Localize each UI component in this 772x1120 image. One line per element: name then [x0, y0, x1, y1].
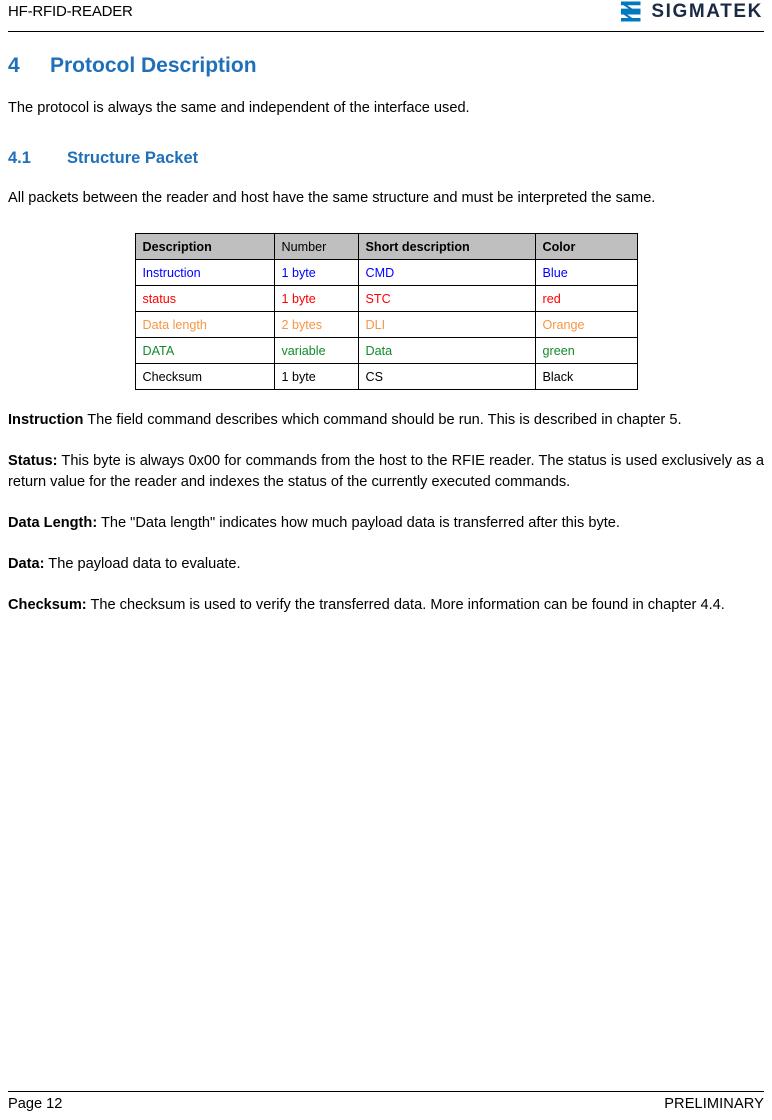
subsection-intro-paragraph: All packets between the reader and host … — [8, 190, 656, 206]
table-row: Data length 2 bytes DLI Orange — [134, 311, 638, 338]
cell-short-description: Data — [357, 337, 536, 364]
cell-short-description: CMD — [357, 259, 536, 286]
table-row: status 1 byte STC red — [134, 285, 638, 312]
cell-color: green — [534, 337, 638, 364]
subsection-title: 4.1 Structure Packet — [8, 149, 764, 168]
header-divider — [8, 31, 764, 32]
definition-term: Instruction — [8, 412, 84, 428]
definition-text: The checksum is used to verify the trans… — [86, 597, 725, 613]
page-number: Page 12 — [8, 1096, 63, 1112]
cell-description: Checksum — [134, 363, 275, 390]
table-body: Instruction 1 byte CMD Blue status 1 byt… — [134, 259, 638, 390]
cell-short-description: CS — [357, 363, 536, 390]
cell-color: Orange — [534, 311, 638, 338]
table-row: Checksum 1 byte CS Black — [134, 363, 638, 390]
definition-instruction: Instruction The field command describes … — [8, 410, 764, 431]
definition-text: The payload data to evaluate. — [44, 556, 241, 572]
definition-text: This byte is always 0x00 for commands fr… — [8, 453, 764, 490]
definition-term: Status: — [8, 453, 58, 469]
column-header-description: Description — [134, 233, 275, 260]
sigmatek-sigma-logo-icon — [619, 1, 643, 22]
cell-description: Instruction — [134, 259, 275, 286]
table-header-row: Description Number Short description Col… — [134, 233, 638, 260]
cell-number: 1 byte — [273, 363, 359, 390]
cell-description: Data length — [134, 311, 275, 338]
definition-checksum: Checksum: The checksum is used to verify… — [8, 595, 764, 616]
definition-term: Checksum: — [8, 597, 87, 613]
subsection-title-text: Structure Packet — [67, 149, 199, 167]
packet-structure-table-container: Description Number Short description Col… — [8, 233, 764, 390]
cell-number: 1 byte — [273, 259, 359, 286]
definition-term: Data: — [8, 556, 45, 572]
cell-short-description: STC — [357, 285, 536, 312]
cell-description: status — [134, 285, 275, 312]
cell-number: variable — [273, 337, 359, 364]
definition-text: The "Data length" indicates how much pay… — [97, 515, 620, 531]
definition-data-length: Data Length: The "Data length" indicates… — [8, 513, 764, 534]
section-number: 4 — [8, 54, 20, 77]
cell-color: red — [534, 285, 638, 312]
brand-logo: SIGMATEK — [619, 0, 764, 22]
cell-color: Black — [534, 363, 638, 390]
definition-data: Data: The payload data to evaluate. — [8, 554, 764, 575]
cell-description: DATA — [134, 337, 275, 364]
table-row: DATA variable Data green — [134, 337, 638, 364]
document-page: HF-RFID-READER SIGMATEK 4 Protocol Descr… — [0, 0, 772, 1120]
cell-number: 1 byte — [273, 285, 359, 312]
cell-number: 2 bytes — [273, 311, 359, 338]
column-header-short-description: Short description — [357, 233, 536, 260]
document-status-label: PRELIMINARY — [664, 1096, 764, 1112]
definition-text: The field command describes which comman… — [83, 412, 682, 428]
page-header: HF-RFID-READER SIGMATEK — [8, 0, 764, 30]
cell-short-description: DLI — [357, 311, 536, 338]
document-title: HF-RFID-READER — [8, 3, 133, 20]
brand-name: SIGMATEK — [651, 1, 763, 22]
column-header-color: Color — [534, 233, 638, 260]
cell-color: Blue — [534, 259, 638, 286]
definition-term: Data Length: — [8, 515, 98, 531]
page-footer: Page 12 PRELIMINARY — [8, 1091, 764, 1112]
packet-structure-table: Description Number Short description Col… — [134, 233, 638, 390]
subsection-number: 4.1 — [8, 149, 31, 167]
definition-status: Status: This byte is always 0x00 for com… — [8, 451, 764, 493]
page-title: 4 Protocol Description — [8, 54, 764, 78]
table-row: Instruction 1 byte CMD Blue — [134, 259, 638, 286]
section-intro-paragraph: The protocol is always the same and inde… — [8, 100, 470, 116]
column-header-number: Number — [273, 233, 359, 260]
section-title: Protocol Description — [50, 54, 257, 77]
